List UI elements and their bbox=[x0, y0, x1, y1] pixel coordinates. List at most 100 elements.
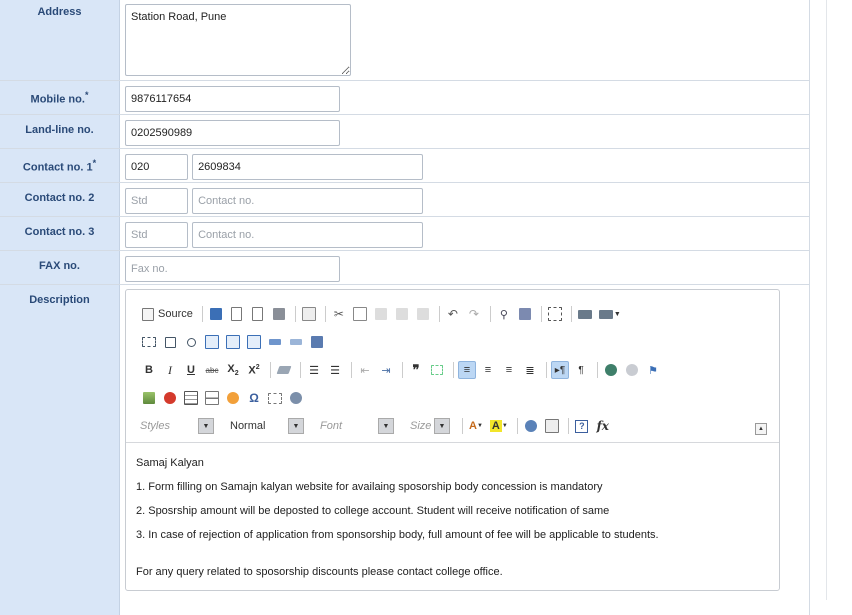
radio-button[interactable] bbox=[182, 333, 200, 351]
flash-button[interactable] bbox=[161, 389, 179, 407]
smiley-button[interactable] bbox=[224, 389, 242, 407]
button-icon bbox=[269, 339, 281, 345]
indent-button[interactable]: ⇥ bbox=[377, 361, 395, 379]
print-icon bbox=[272, 308, 285, 320]
new-page-button[interactable] bbox=[228, 305, 246, 323]
align-left-button[interactable]: ≡ bbox=[458, 361, 476, 379]
remove-format-button[interactable] bbox=[275, 361, 293, 379]
align-right-icon: ≡ bbox=[505, 364, 513, 376]
textfield-button[interactable] bbox=[203, 333, 221, 351]
fax-input[interactable] bbox=[125, 256, 340, 282]
checkbox-button[interactable] bbox=[161, 333, 179, 351]
align-center-button[interactable]: ≡ bbox=[479, 361, 497, 379]
editor-content[interactable]: Samaj Kalyan 1. Form filling on Samajn k… bbox=[126, 443, 779, 579]
textarea-button[interactable] bbox=[224, 333, 242, 351]
div-button[interactable] bbox=[428, 361, 446, 379]
contact2-std-input[interactable] bbox=[125, 188, 188, 214]
address-label: Address bbox=[0, 0, 120, 80]
size-combo[interactable]: Size ▼ bbox=[402, 416, 450, 436]
horizontal-rule-button[interactable] bbox=[203, 389, 221, 407]
paste-text-button[interactable] bbox=[393, 305, 411, 323]
save-icon bbox=[209, 308, 222, 320]
bold-button[interactable]: B bbox=[140, 361, 158, 379]
bulleted-list-icon: ☰ bbox=[330, 364, 340, 377]
text-color-button[interactable]: A ▼ bbox=[467, 417, 485, 435]
smiley-icon bbox=[227, 392, 239, 404]
image-button[interactable] bbox=[140, 389, 158, 407]
hiddenfield-button[interactable] bbox=[308, 333, 326, 351]
link-button[interactable] bbox=[602, 361, 620, 379]
redo-button[interactable]: ↷ bbox=[465, 305, 483, 323]
description-row: Description Source ✂ ↶ ↷ ⚲ ▼ B I U abc X… bbox=[0, 285, 810, 615]
unlink-icon bbox=[626, 364, 638, 376]
source-button[interactable]: Source bbox=[140, 305, 195, 323]
rtl-button[interactable]: ¶ bbox=[572, 361, 590, 379]
replace-button[interactable] bbox=[516, 305, 534, 323]
numbered-list-button[interactable]: ☰ bbox=[305, 361, 323, 379]
underline-button[interactable]: U bbox=[182, 361, 200, 379]
align-right-button[interactable]: ≡ bbox=[500, 361, 518, 379]
page-break-button[interactable] bbox=[266, 389, 284, 407]
contact2-number-input[interactable] bbox=[192, 188, 424, 214]
show-blocks-button[interactable] bbox=[543, 417, 561, 435]
contact1-number-input[interactable] bbox=[192, 154, 424, 180]
ltr-button[interactable]: ▸¶ bbox=[551, 361, 569, 379]
strike-icon: abc bbox=[205, 365, 219, 375]
collapse-toolbar-icon[interactable]: ▲ bbox=[755, 423, 767, 435]
anchor-button[interactable]: ⚑ bbox=[644, 361, 662, 379]
format-combo[interactable]: Normal ▼ bbox=[222, 416, 304, 436]
paste-word-button[interactable] bbox=[414, 305, 432, 323]
imagebutton-button[interactable] bbox=[287, 333, 305, 351]
content-line: 3. In case of rejection of application f… bbox=[136, 529, 659, 541]
contact1-std-input[interactable] bbox=[125, 154, 188, 180]
contact3-number-input[interactable] bbox=[192, 222, 424, 248]
table-icon bbox=[184, 391, 198, 405]
button-button[interactable] bbox=[266, 333, 284, 351]
select-all-icon bbox=[547, 307, 562, 321]
italic-button[interactable]: I bbox=[161, 361, 179, 379]
mobile-input[interactable] bbox=[125, 86, 340, 112]
paste-button[interactable] bbox=[372, 305, 390, 323]
copy-button[interactable] bbox=[351, 305, 369, 323]
address-row: Address Station Road, Pune bbox=[0, 0, 810, 81]
about-button[interactable]: ? bbox=[573, 417, 591, 435]
preview-button[interactable] bbox=[249, 305, 267, 323]
blockquote-button[interactable]: ❞ bbox=[407, 361, 425, 379]
bg-color-button[interactable]: A ▼ bbox=[488, 417, 510, 435]
templates-button[interactable] bbox=[300, 305, 318, 323]
landline-label: Land-line no. bbox=[0, 115, 120, 148]
subscript-button[interactable]: X2 bbox=[224, 361, 242, 379]
landline-input[interactable] bbox=[125, 120, 340, 146]
print-button[interactable] bbox=[270, 305, 288, 323]
bulleted-list-button[interactable]: ☰ bbox=[326, 361, 344, 379]
iframe-button[interactable] bbox=[287, 389, 305, 407]
page-break-icon bbox=[268, 392, 282, 404]
iframe-icon bbox=[290, 392, 302, 404]
unlink-button[interactable] bbox=[623, 361, 641, 379]
table-button[interactable] bbox=[182, 389, 200, 407]
special-char-button[interactable]: Ω bbox=[245, 389, 263, 407]
justify-button[interactable]: ≣ bbox=[521, 361, 539, 379]
superscript-button[interactable]: X2 bbox=[245, 361, 263, 379]
maximize-button[interactable] bbox=[522, 417, 540, 435]
strike-button[interactable]: abc bbox=[203, 361, 221, 379]
cut-button[interactable]: ✂ bbox=[330, 305, 348, 323]
contact2-row: Contact no. 2 bbox=[0, 183, 810, 217]
spellcheck-button[interactable] bbox=[576, 305, 594, 323]
contact3-std-input[interactable] bbox=[125, 222, 188, 248]
find-button[interactable]: ⚲ bbox=[495, 305, 513, 323]
outdent-button[interactable]: ⇤ bbox=[356, 361, 374, 379]
address-textarea[interactable]: Station Road, Pune bbox=[125, 4, 351, 76]
select-all-button[interactable] bbox=[546, 305, 564, 323]
form-button[interactable] bbox=[140, 333, 158, 351]
select-icon bbox=[247, 335, 261, 349]
landline-row: Land-line no. bbox=[0, 115, 810, 149]
styles-combo[interactable]: Styles ▼ bbox=[132, 416, 214, 436]
save-button[interactable] bbox=[207, 305, 225, 323]
rich-text-editor: Source ✂ ↶ ↷ ⚲ ▼ B I U abc X2 X2 ☰ ☰ ⇤ ⇥… bbox=[125, 289, 780, 591]
formula-button[interactable]: fx bbox=[594, 417, 612, 435]
font-combo[interactable]: Font ▼ bbox=[312, 416, 394, 436]
select-button[interactable] bbox=[245, 333, 263, 351]
scayt-dropdown[interactable]: ▼ bbox=[597, 305, 623, 323]
undo-button[interactable]: ↶ bbox=[444, 305, 462, 323]
